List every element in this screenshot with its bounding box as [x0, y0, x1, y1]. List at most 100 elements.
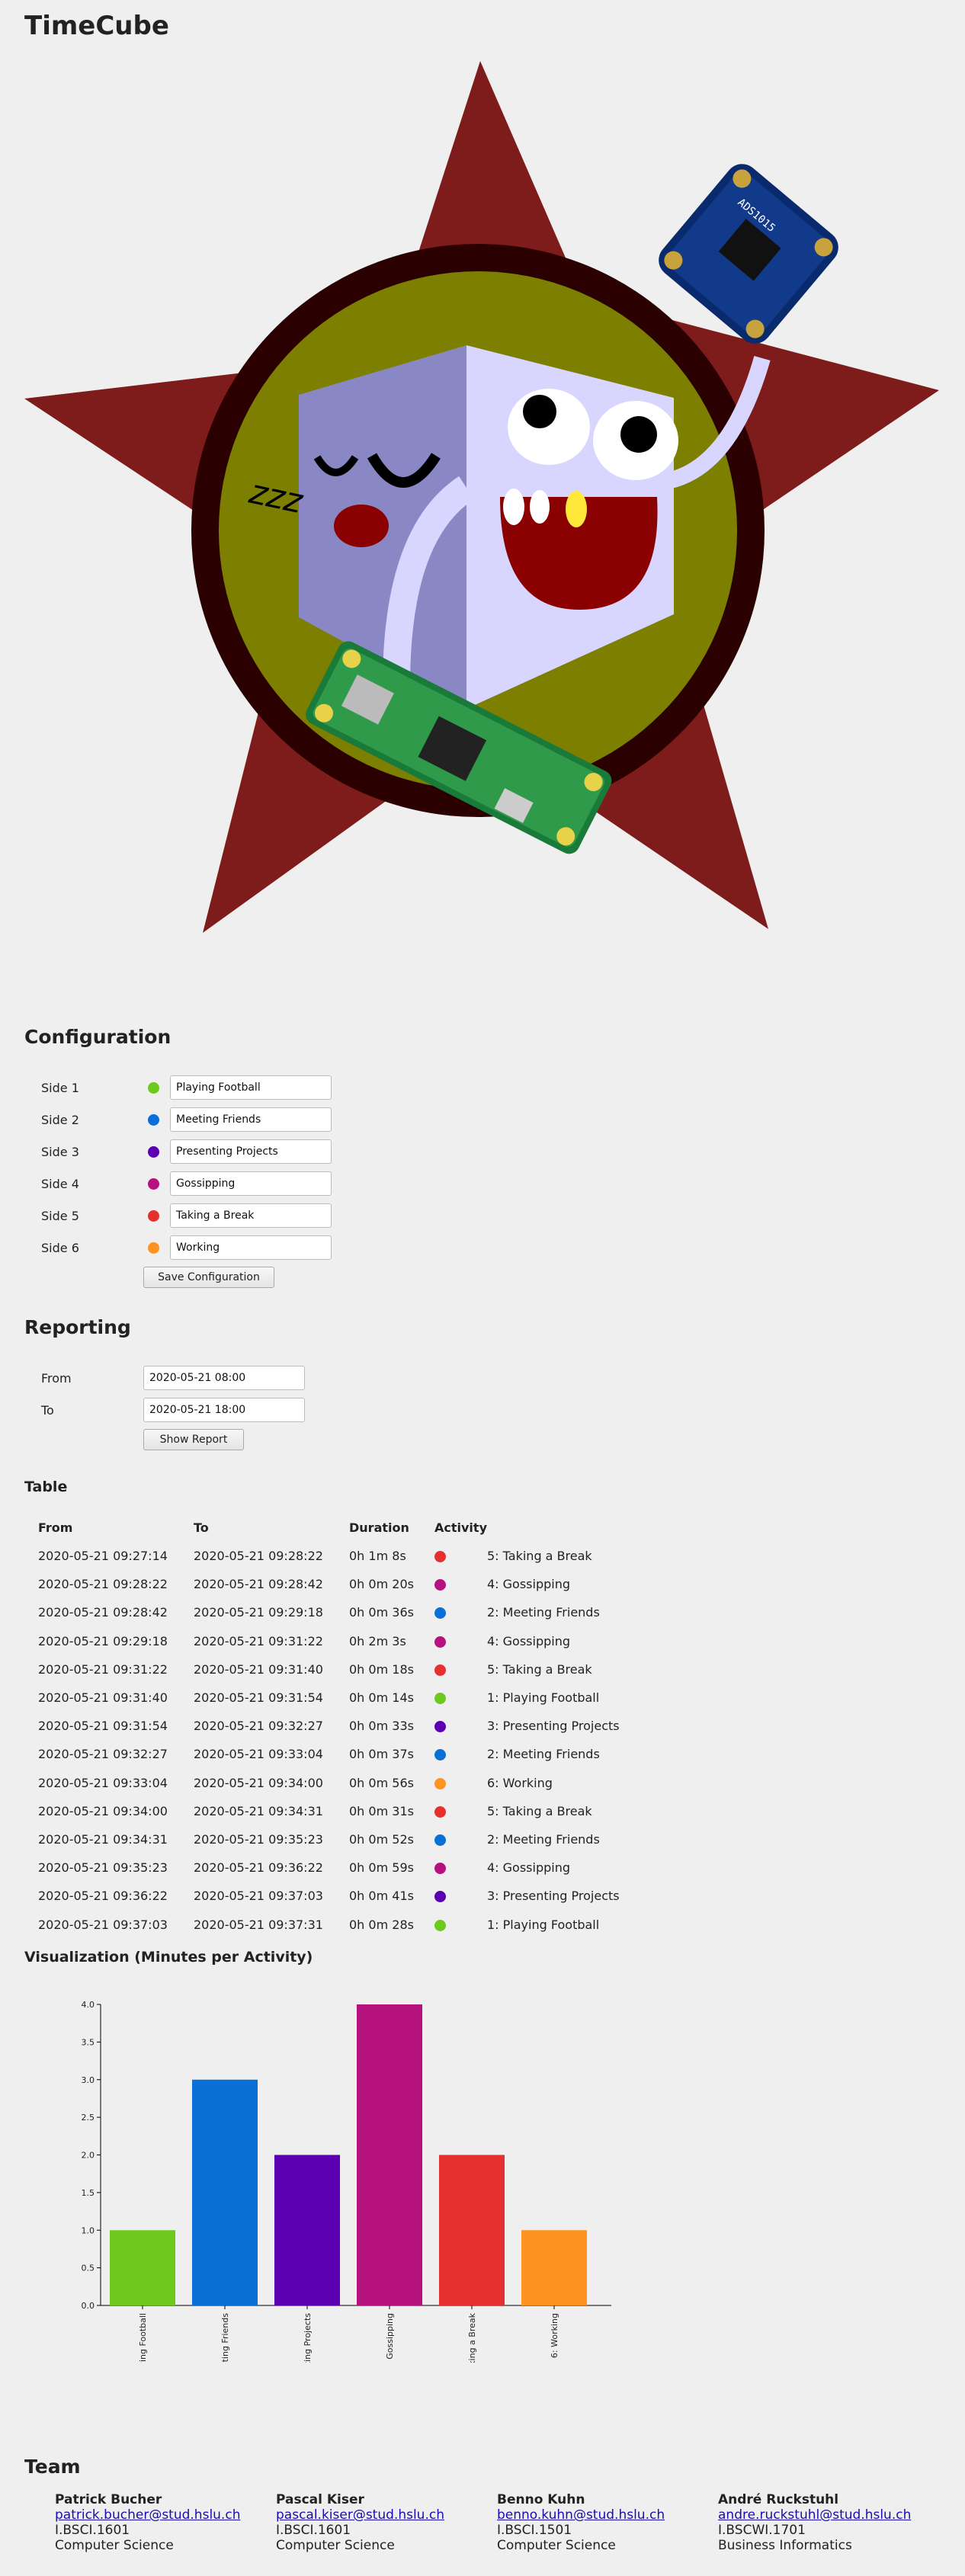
cell-to: 2020-05-21 09:31:22: [194, 1633, 323, 1648]
activity-color-dot: [434, 1721, 446, 1733]
cell-color: [434, 1854, 487, 1882]
member-program: Computer Science: [55, 2538, 174, 2553]
member-program: Computer Science: [497, 2538, 616, 2553]
cell-from: 2020-05-21 09:35:23: [38, 1860, 168, 1876]
cell-duration: 0h 2m 3s: [349, 1633, 406, 1648]
config-row-side-5: Side 5 Taking a Break: [41, 1203, 332, 1229]
table-row: 2020-05-21 09:34:31 2020-05-21 09:35:23 0h…: [38, 1825, 620, 1854]
cell-duration: 0h 0m 31s: [349, 1803, 414, 1818]
activity-input-side-1[interactable]: Playing Football: [170, 1075, 332, 1100]
x-tick-label: 6: Working: [550, 2313, 559, 2358]
cell-activity: 3: Presenting Projects: [487, 1719, 620, 1734]
cell-from: 2020-05-21 09:31:54: [38, 1719, 168, 1734]
team-heading: Team: [24, 2456, 81, 2478]
activity-color-dot: [434, 1863, 446, 1875]
minutes-per-activity-chart: 0.0 0.5 1.0 1.5 2.0 2.5 3.0 3.5 4.0 1: Playing Fo…: [82, 2000, 611, 2363]
member-name: Patrick Bucher: [55, 2492, 162, 2507]
col-header-to: To: [194, 1520, 209, 1535]
activity-color-dot: [434, 1551, 446, 1563]
activity-input-side-3[interactable]: Presenting Projects: [170, 1139, 332, 1164]
save-configuration-button[interactable]: Save Configuration: [143, 1267, 274, 1288]
cell-to: 2020-05-21 09:29:18: [194, 1605, 323, 1620]
color-dot: [148, 1145, 159, 1158]
cell-color: [434, 1825, 487, 1854]
app-title: TimeCube: [24, 11, 169, 41]
table-row: 2020-05-21 09:34:00 2020-05-21 09:34:31 0h…: [38, 1797, 620, 1825]
member-name: Pascal Kiser: [276, 2492, 364, 2507]
activity-input-side-6[interactable]: Working: [170, 1235, 332, 1260]
cell-activity: 5: Taking a Break: [487, 1661, 592, 1677]
report-to-row: To 2020-05-21 18:00: [41, 1397, 305, 1423]
member-email-link[interactable]: benno.kuhn@stud.hslu.ch: [497, 2507, 665, 2523]
table-row: 2020-05-21 09:36:22 2020-05-21 09:37:03 0h…: [38, 1882, 620, 1910]
member-email-link[interactable]: pascal.kiser@stud.hslu.ch: [276, 2507, 444, 2523]
cell-duration: 0h 0m 18s: [349, 1661, 414, 1677]
team-member-card: Benno Kuhn benno.kuhn@stud.hslu.ch I.BSC…: [497, 2492, 665, 2553]
table-row: 2020-05-21 09:27:14 2020-05-21 09:28:22 0h…: [38, 1542, 620, 1570]
cell-from: 2020-05-21 09:34:00: [38, 1803, 168, 1818]
cell-activity: 1: Playing Football: [487, 1917, 600, 1932]
sleepy-mouth: [334, 505, 389, 547]
y-tick-label: 3.5: [82, 2037, 95, 2047]
cell-activity: 4: Gossipping: [487, 1633, 571, 1648]
activity-color-dot: [434, 1749, 446, 1761]
visualization-heading: Visualization (Minutes per Activity): [24, 1949, 313, 1966]
cell-activity: 3: Presenting Projects: [487, 1889, 620, 1904]
member-name: André Ruckstuhl: [718, 2492, 839, 2507]
activity-input-side-2[interactable]: Meeting Friends: [170, 1107, 332, 1132]
member-name: Benno Kuhn: [497, 2492, 585, 2507]
cell-from: 2020-05-21 09:31:22: [38, 1661, 168, 1677]
activity-color-dot: [434, 1891, 446, 1903]
x-tick-label: 2: Meeting Friends: [220, 2313, 230, 2363]
activity-color-dot: [434, 1834, 446, 1846]
cell-color: [434, 1598, 487, 1626]
table-row: 2020-05-21 09:31:22 2020-05-21 09:31:40 0h…: [38, 1655, 620, 1684]
cell-color: [434, 1684, 487, 1712]
table-row: 2020-05-21 09:35:23 2020-05-21 09:36:22 0h…: [38, 1854, 620, 1882]
activity-input-side-4[interactable]: Gossipping: [170, 1171, 332, 1196]
table-heading: Table: [24, 1479, 68, 1495]
color-dot: [148, 1242, 159, 1254]
activity-color-dot: [434, 1805, 446, 1818]
bar-4: [357, 2004, 422, 2305]
pupil-right: [620, 416, 657, 453]
member-email-link[interactable]: patrick.bucher@stud.hslu.ch: [55, 2507, 240, 2523]
x-tick-label: 1: Playing Football: [138, 2313, 148, 2363]
reporting-heading: Reporting: [24, 1316, 131, 1338]
cell-duration: 0h 0m 28s: [349, 1917, 414, 1932]
x-tick-label: 3: Presenting Projects: [303, 2313, 313, 2363]
tooth-3: [566, 491, 587, 527]
table-header-row: From To Duration Activity: [38, 1513, 620, 1542]
cell-color: [434, 1740, 487, 1768]
cell-activity: 2: Meeting Friends: [487, 1831, 600, 1847]
y-tick-label: 4.0: [82, 2000, 95, 2010]
cell-color: [434, 1882, 487, 1910]
config-row-side-1: Side 1 Playing Football: [41, 1075, 332, 1101]
col-header-activity: Activity: [434, 1520, 487, 1535]
side-label: Side 3: [41, 1144, 79, 1159]
to-datetime-input[interactable]: 2020-05-21 18:00: [143, 1398, 305, 1422]
activity-color-dot: [434, 1919, 446, 1931]
cell-color: [434, 1570, 487, 1598]
x-tick-label: 5: Taking a Break: [467, 2312, 477, 2363]
y-tick-label: 1.5: [82, 2188, 95, 2198]
activity-color-dot: [434, 1607, 446, 1620]
activity-input-side-5[interactable]: Taking a Break: [170, 1203, 332, 1228]
activity-color-dot: [434, 1636, 446, 1648]
cell-from: 2020-05-21 09:29:18: [38, 1633, 168, 1648]
from-datetime-input[interactable]: 2020-05-21 08:00: [143, 1366, 305, 1390]
cell-from: 2020-05-21 09:28:22: [38, 1577, 168, 1592]
table-row: 2020-05-21 09:29:18 2020-05-21 09:31:22 0h…: [38, 1627, 620, 1655]
cell-activity: 4: Gossipping: [487, 1577, 571, 1592]
cell-activity: 5: Taking a Break: [487, 1549, 592, 1564]
bar-1: [110, 2230, 175, 2305]
pupil-left: [523, 395, 556, 428]
member-email-link[interactable]: andre.ruckstuhl@stud.hslu.ch: [718, 2507, 911, 2523]
cell-from: 2020-05-21 09:31:40: [38, 1690, 168, 1706]
cell-from: 2020-05-21 09:27:14: [38, 1549, 168, 1564]
cell-from: 2020-05-21 09:37:03: [38, 1917, 168, 1932]
table-row: 2020-05-21 09:28:42 2020-05-21 09:29:18 0h…: [38, 1598, 620, 1626]
team-member-card: Patrick Bucher patrick.bucher@stud.hslu.…: [55, 2492, 240, 2553]
cell-activity: 5: Taking a Break: [487, 1803, 592, 1818]
show-report-button[interactable]: Show Report: [143, 1429, 244, 1450]
